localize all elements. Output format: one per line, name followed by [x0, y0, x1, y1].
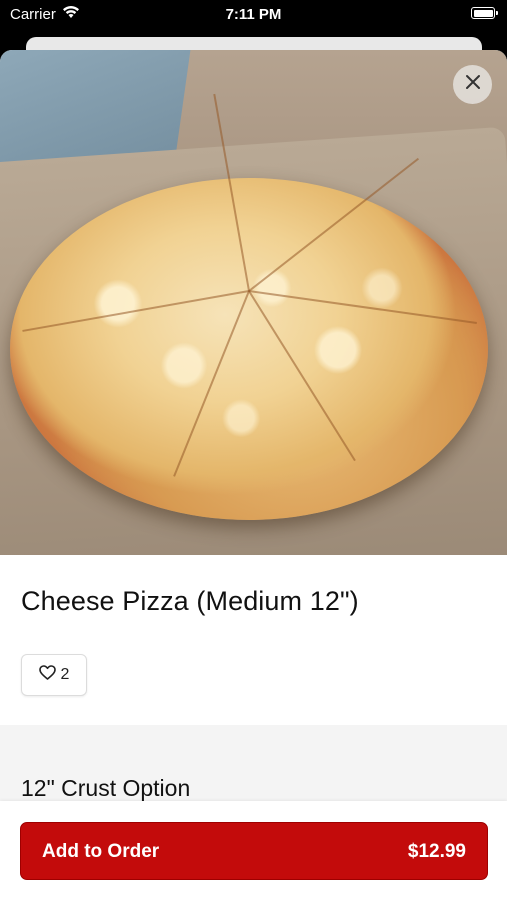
item-price: $12.99 — [407, 841, 466, 862]
status-bar: Carrier 7:11 PM — [0, 0, 507, 30]
battery-icon — [471, 7, 498, 19]
status-time: 7:11 PM — [225, 6, 282, 23]
crust-option-title: 12" Crust Option — [21, 775, 191, 801]
bottom-bar: Add to Order $12.99 — [0, 801, 507, 900]
close-icon — [465, 74, 481, 95]
like-count: 2 — [60, 666, 70, 683]
item-title: Cheese Pizza (Medium 12") — [21, 586, 359, 616]
add-to-order-button[interactable]: Add to Order $12.99 — [20, 822, 488, 880]
add-to-order-label: Add to Order — [42, 841, 160, 862]
heart-icon — [38, 665, 56, 685]
pizza-cheese — [30, 195, 470, 505]
like-button[interactable]: 2 — [21, 654, 87, 696]
item-detail-sheet: Cheese Pizza (Medium 12") 2 12" Crust Op… — [0, 50, 507, 900]
item-photo — [0, 50, 507, 555]
close-button[interactable] — [453, 65, 492, 104]
